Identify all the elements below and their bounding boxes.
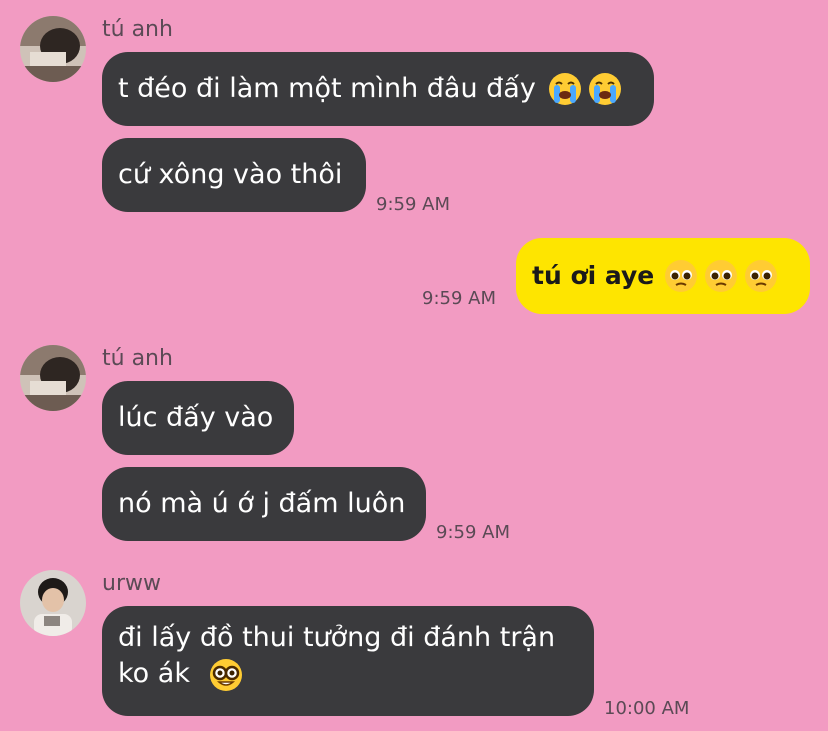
pleading-face-icon	[704, 259, 738, 293]
nerd-face-icon	[209, 658, 243, 692]
avatar-tu-anh[interactable]	[20, 345, 86, 411]
message-text-line: ko ák	[118, 656, 572, 692]
message-bubble[interactable]: nó mà ú ớ j đấm luôn	[102, 467, 426, 541]
sender-name: tú anh	[102, 346, 173, 371]
message-text-line: đi lấy đồ thui tưởng đi đánh trận	[118, 622, 556, 653]
message-timestamp: 9:59 AM	[376, 194, 450, 215]
loudly-crying-face-icon	[588, 72, 622, 106]
message-text: nó mà ú ớ j đấm luôn	[118, 488, 406, 519]
message-bubble[interactable]: t đéo đi làm một mình đâu đấy	[102, 52, 654, 126]
message-timestamp: 9:59 AM	[422, 288, 496, 309]
message-text: tú ơi aye	[532, 261, 655, 290]
message-bubble[interactable]: lúc đấy vào	[102, 381, 294, 455]
message-text: lúc đấy vào	[118, 402, 274, 433]
message-bubble[interactable]: đi lấy đồ thui tưởng đi đánh trận ko ák	[102, 606, 594, 716]
message-timestamp: 9:59 AM	[436, 522, 510, 543]
loudly-crying-face-icon	[548, 72, 582, 106]
sender-name: tú anh	[102, 17, 173, 42]
message-bubble[interactable]: cứ xông vào thôi	[102, 138, 366, 212]
sender-name: urww	[102, 571, 161, 596]
pleading-face-icon	[744, 259, 778, 293]
message-timestamp: 10:00 AM	[604, 698, 690, 719]
message-text: cứ xông vào thôi	[118, 159, 343, 190]
pleading-face-icon	[664, 259, 698, 293]
avatar-tu-anh[interactable]	[20, 16, 86, 82]
message-text: t đéo đi làm một mình đâu đấy	[118, 73, 536, 104]
avatar-urww[interactable]	[20, 570, 86, 636]
message-bubble-mine[interactable]: tú ơi aye	[516, 238, 810, 314]
